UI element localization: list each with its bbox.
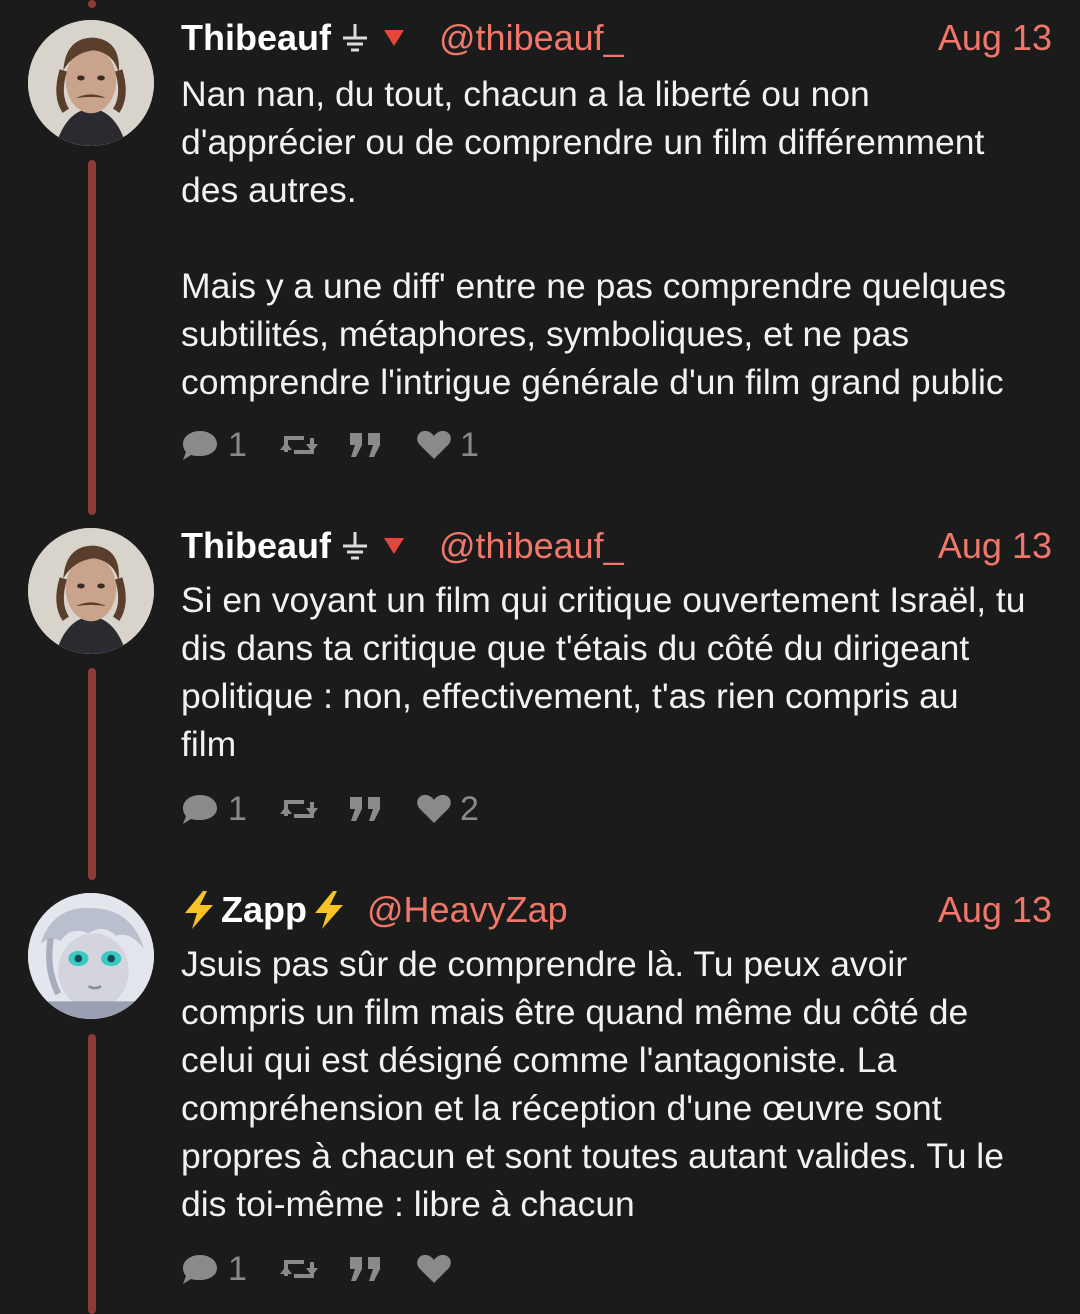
speech-bubble-icon xyxy=(183,795,217,824)
post-text: Nan nan, du tout, chacun a la liberté ou… xyxy=(181,74,1007,402)
repost-arrows-icon xyxy=(280,800,318,818)
post-actions: 1 xyxy=(180,1249,480,1289)
thread-line xyxy=(88,668,96,880)
thread-line xyxy=(88,160,96,515)
avatar[interactable] xyxy=(28,528,154,654)
reply-count: 1 xyxy=(228,425,247,464)
lightning-bolt-icon xyxy=(185,891,213,929)
repost-arrows-icon xyxy=(280,1260,318,1278)
thread-line xyxy=(88,1034,96,1314)
quote-marks-icon xyxy=(350,433,380,457)
repost-button[interactable] xyxy=(280,430,318,460)
post-header: Thibeauf @thibeauf_ Aug 13 xyxy=(181,521,1052,571)
author-name[interactable]: Thibeauf xyxy=(181,525,331,567)
heart-icon xyxy=(417,430,451,459)
post-date[interactable]: Aug 13 xyxy=(938,525,1052,567)
reply-button[interactable]: 1 xyxy=(180,790,248,829)
quote-button[interactable] xyxy=(348,795,384,823)
quote-marks-icon xyxy=(350,797,380,821)
like-count: 1 xyxy=(460,425,479,464)
speech-bubble-icon xyxy=(183,1255,217,1284)
like-count: 2 xyxy=(460,789,479,828)
ground-symbol-icon xyxy=(343,24,367,52)
post-actions: 1 1 xyxy=(180,425,480,465)
avatar[interactable] xyxy=(28,20,154,146)
thread-line xyxy=(88,0,96,8)
author-name[interactable]: Thibeauf xyxy=(181,17,331,59)
author-handle[interactable]: @HeavyZap xyxy=(367,889,568,931)
speech-bubble-icon xyxy=(183,431,217,460)
reply-button[interactable]: 1 xyxy=(180,1250,248,1289)
lightning-bolt-icon xyxy=(315,891,343,929)
heart-icon xyxy=(417,1254,451,1283)
post-actions: 1 2 xyxy=(180,789,480,829)
reply-count: 1 xyxy=(228,789,247,828)
reply-button[interactable]: 1 xyxy=(180,426,248,465)
post-header: Zapp @HeavyZap Aug 13 xyxy=(181,885,1052,935)
author-handle[interactable]: @thibeauf_ xyxy=(439,525,624,567)
repost-button[interactable] xyxy=(280,1254,318,1284)
post-text: Si en voyant un film qui critique ouvert… xyxy=(181,580,1026,764)
post-date[interactable]: Aug 13 xyxy=(938,17,1052,59)
avatar[interactable] xyxy=(28,893,154,1019)
red-triangle-down-icon xyxy=(384,538,404,554)
reply-count: 1 xyxy=(228,1249,247,1288)
quote-button[interactable] xyxy=(348,431,384,459)
post-text: Jsuis pas sûr de comprendre là. Tu peux … xyxy=(181,944,1004,1224)
post-date[interactable]: Aug 13 xyxy=(938,889,1052,931)
user-avatar-image xyxy=(28,20,154,146)
red-triangle-down-icon xyxy=(384,30,404,46)
repost-button[interactable] xyxy=(280,794,318,824)
post-header: Thibeauf @thibeauf_ Aug 13 xyxy=(181,13,1052,63)
author-name[interactable]: Zapp xyxy=(221,889,307,931)
heart-icon xyxy=(417,794,451,823)
like-button[interactable] xyxy=(416,1253,480,1285)
thread-timeline: Thibeauf @thibeauf_ Aug 13 Nan nan, du t… xyxy=(0,0,1080,1314)
user-avatar-image xyxy=(28,893,154,1019)
like-button[interactable]: 1 xyxy=(416,426,480,465)
repost-arrows-icon xyxy=(280,436,318,454)
like-button[interactable]: 2 xyxy=(416,790,480,829)
quote-marks-icon xyxy=(350,1257,380,1281)
quote-button[interactable] xyxy=(348,1255,384,1283)
user-avatar-image xyxy=(28,528,154,654)
ground-symbol-icon xyxy=(343,532,367,560)
author-handle[interactable]: @thibeauf_ xyxy=(439,17,624,59)
